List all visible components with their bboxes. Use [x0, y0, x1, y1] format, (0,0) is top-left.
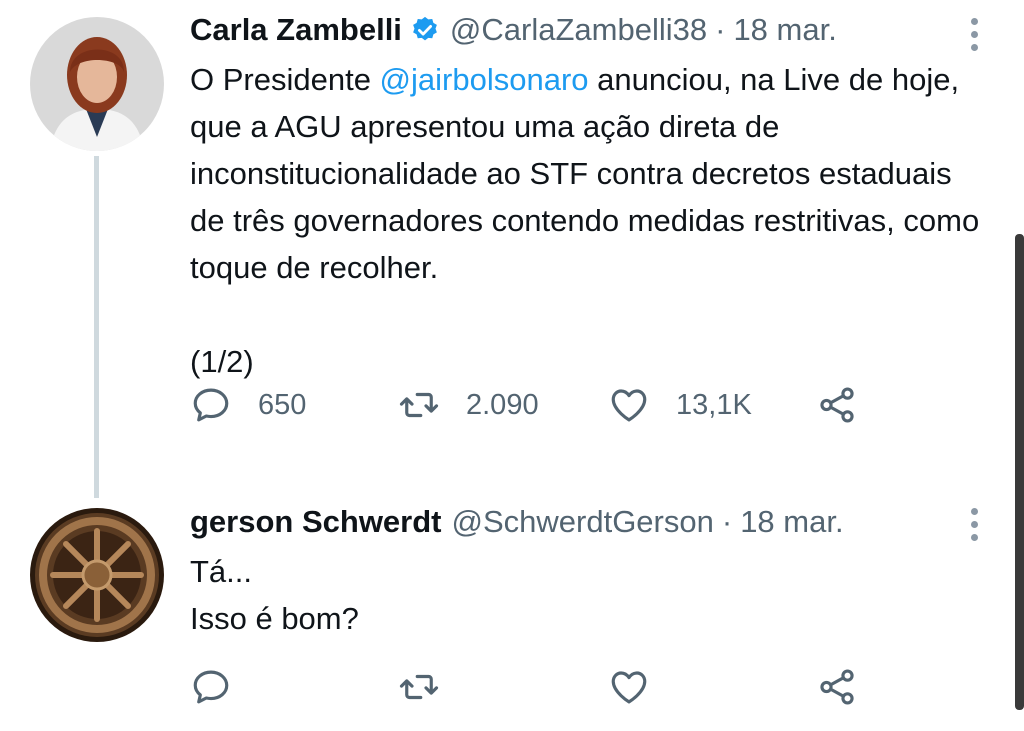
reply-button[interactable]: 650	[190, 384, 306, 426]
tweet-date[interactable]: 18 mar.	[740, 504, 843, 540]
more-options-icon[interactable]	[966, 504, 982, 544]
like-button[interactable]	[608, 666, 650, 708]
author-handle[interactable]: @CarlaZambelli38	[450, 12, 707, 48]
share-icon	[820, 669, 854, 705]
thread-counter: (1/2)	[190, 344, 254, 379]
like-count: 13,1K	[676, 388, 752, 421]
tweet-header: Carla Zambelli @CarlaZambelli38 · 18 mar…	[190, 12, 837, 48]
author-name[interactable]: gerson Schwerdt	[190, 504, 442, 540]
avatar-chariot-wheel-image	[30, 508, 164, 642]
tweet-text-part: O Presidente	[190, 62, 380, 97]
tweet-header: gerson Schwerdt @SchwerdtGerson · 18 mar…	[190, 504, 844, 540]
retweet-icon	[399, 674, 439, 700]
separator-dot: ·	[715, 12, 726, 47]
like-icon	[611, 389, 647, 422]
like-icon	[611, 671, 647, 704]
thread-connector-line	[94, 156, 99, 498]
retweet-button[interactable]	[398, 666, 440, 708]
reply-icon	[193, 388, 229, 422]
author-handle[interactable]: @SchwerdtGerson	[452, 504, 714, 540]
reply-count: 650	[258, 388, 307, 421]
retweet-count: 2.090	[466, 388, 539, 421]
tweet-date[interactable]: 18 mar.	[733, 12, 836, 48]
tweet-text: Tá... Isso é bom?	[190, 548, 990, 642]
more-options-icon[interactable]	[966, 14, 982, 54]
twitter-thread: Carla Zambelli @CarlaZambelli38 · 18 mar…	[0, 0, 1024, 731]
scrollbar[interactable]	[1015, 234, 1024, 710]
retweet-button[interactable]: 2.090	[398, 384, 539, 426]
retweet-icon	[399, 392, 439, 418]
tweet-text-line: Tá...	[190, 554, 253, 589]
author-name[interactable]: Carla Zambelli	[190, 12, 402, 48]
share-button[interactable]	[816, 384, 858, 426]
like-button[interactable]: 13,1K	[608, 384, 752, 426]
verified-badge-icon	[410, 15, 440, 45]
reply-icon	[193, 670, 229, 704]
tweet-text: O Presidente @jairbolsonaro anunciou, na…	[190, 56, 990, 385]
tweet-text-line: Isso é bom?	[190, 601, 359, 636]
reply-button[interactable]	[190, 666, 232, 708]
share-icon	[820, 387, 854, 423]
avatar[interactable]	[30, 508, 164, 642]
avatar[interactable]	[30, 17, 164, 151]
avatar-portrait-image	[30, 17, 164, 151]
mention-link[interactable]: @jairbolsonaro	[380, 62, 589, 97]
share-button[interactable]	[816, 666, 858, 708]
separator-dot: ·	[721, 504, 733, 539]
